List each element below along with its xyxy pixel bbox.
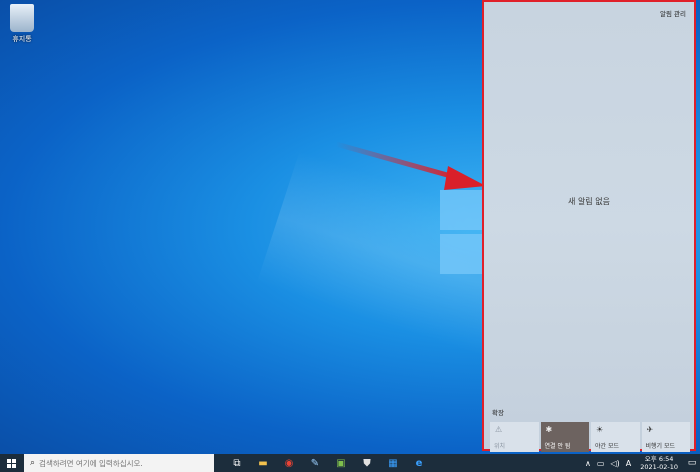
airplane-icon: ✈ (646, 425, 654, 434)
quick-action-label: 위치 (494, 443, 506, 450)
quick-action-label: 야간 모드 (595, 443, 619, 450)
action-center-panel: 알림 관리 새 알림 없음 확장 ⚠ 위치 ✱ 연결 안 됨 ☀ 야간 모드 ✈… (482, 0, 696, 452)
recycle-bin-icon (10, 4, 34, 32)
clock[interactable]: 오후 6:54 2021-02-10 (640, 455, 678, 471)
calendar-icon[interactable]: ▦ (380, 454, 406, 472)
recycle-bin[interactable]: 휴지통 (6, 4, 38, 44)
bluetooth-icon: ✱ (545, 425, 553, 434)
file-explorer-icon[interactable]: ▬ (250, 454, 276, 472)
show-hidden-icons-chevron-icon[interactable]: ∧ (585, 459, 591, 468)
start-button[interactable] (0, 454, 22, 472)
red-arrow-annotation (336, 141, 486, 190)
task-view-icon[interactable]: ⧉ (224, 454, 250, 472)
location-icon: ⚠ (495, 425, 503, 434)
quick-action-label: 비행기 모드 (645, 443, 676, 450)
edge-icon[interactable]: e (406, 454, 432, 472)
store-icon[interactable]: ⛊ (354, 454, 380, 472)
paint-icon[interactable]: ✎ (302, 454, 328, 472)
game-icon[interactable]: ▣ (328, 454, 354, 472)
night-light-icon: ☀ (596, 425, 604, 434)
quick-action-airplane-mode[interactable]: ✈ 비행기 모드 (641, 422, 690, 452)
search-box[interactable]: ⌕ (24, 454, 214, 472)
taskbar: ⌕ ⧉ ▬ ◉ ✎ ▣ ⛊ ▦ e ∧ ▭ ◁) A 오후 6:54 2021-… (0, 454, 700, 472)
network-icon[interactable]: ▭ (597, 459, 605, 468)
volume-icon[interactable]: ◁) (610, 459, 619, 468)
no-notifications-text: 새 알림 없음 (568, 197, 610, 206)
taskbar-apps: ⧉ ▬ ◉ ✎ ▣ ⛊ ▦ e (224, 454, 432, 472)
clock-time: 오후 6:54 (644, 455, 674, 463)
search-input[interactable] (39, 458, 200, 468)
quick-actions: ⚠ 위치 ✱ 연결 안 됨 ☀ 야간 모드 ✈ 비행기 모드 (490, 422, 690, 452)
expand-quick-actions-link[interactable]: 확장 (492, 407, 504, 417)
clock-date: 2021-02-10 (640, 463, 678, 471)
input-method-indicator[interactable]: A (626, 459, 631, 468)
system-tray: ∧ ▭ ◁) A 오후 6:54 2021-02-10 ▭ (582, 454, 700, 472)
search-icon: ⌕ (30, 458, 36, 468)
chrome-icon[interactable]: ◉ (276, 454, 302, 472)
quick-action-night-light[interactable]: ☀ 야간 모드 (591, 422, 640, 452)
quick-action-bluetooth[interactable]: ✱ 연결 안 됨 (540, 422, 589, 452)
recycle-bin-label: 휴지통 (12, 35, 32, 43)
windows-icon (6, 458, 16, 468)
quick-action-label: 연결 안 됨 (544, 443, 571, 450)
manage-notifications-link[interactable]: 알림 관리 (660, 8, 686, 18)
notification-center-icon[interactable]: ▭ (684, 454, 700, 472)
quick-action-location[interactable]: ⚠ 위치 (490, 422, 539, 452)
